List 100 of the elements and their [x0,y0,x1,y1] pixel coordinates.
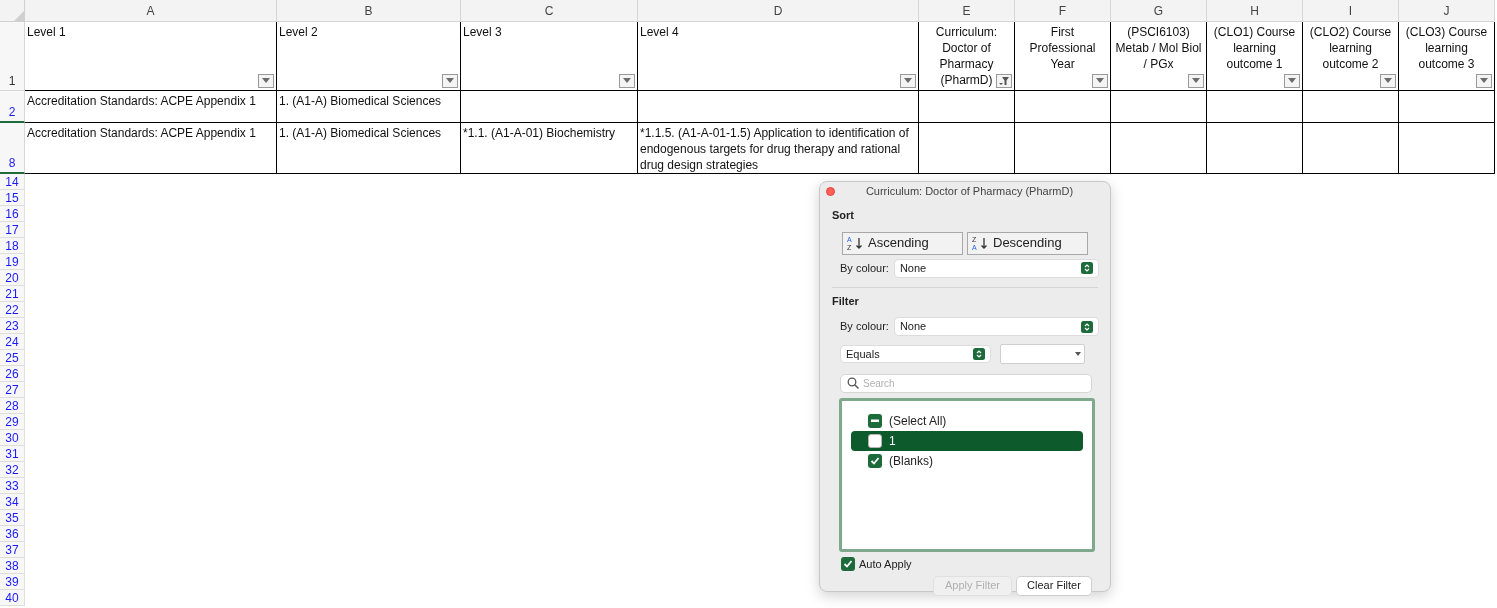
row-number[interactable]: 36 [0,526,25,542]
table-header-cell: (CLO2) Course learning outcome 2 [1309,25,1392,71]
row-number[interactable]: 18 [0,238,25,254]
row-number[interactable]: 33 [0,478,25,494]
clear-filter-button[interactable]: Clear Filter [1017,576,1091,595]
row-number[interactable]: 21 [0,286,25,302]
row-number[interactable]: 25 [0,350,25,366]
row-number[interactable]: 32 [0,462,25,478]
table-header-cell: (CLO1) Course learning outcome 1 [1213,25,1296,71]
table-cell: *1.1.5. (A1-A-01-1.5) Application to identification of endogenous targets for drug therapy and rational drug design strategies [638,123,919,174]
filter-value-item[interactable]: 1 [851,431,1083,451]
checkmark-icon [870,456,880,466]
row-number[interactable]: 22 [0,302,25,318]
filter-dropdown-button[interactable] [1092,74,1108,88]
row-number[interactable]: 1 [0,22,25,91]
column-header[interactable]: F [1015,0,1111,22]
caret-icon [1288,78,1296,84]
checkbox[interactable] [868,454,882,468]
column-header[interactable]: G [1111,0,1207,22]
column-header[interactable]: B [277,0,461,22]
row-number[interactable]: 28 [0,398,25,414]
table-header-cell: Level 1 [27,25,66,39]
filter-dropdown-button[interactable] [1188,74,1204,88]
filter-dropdown-button[interactable] [619,74,635,88]
checkbox[interactable] [868,414,882,428]
table-cell: 1. (A1-A) Biomedical Sciences [277,123,461,174]
table-cell: Accreditation Standards: ACPE Appendix 1 [25,123,277,174]
row-number[interactable]: 30 [0,430,25,446]
column-header[interactable]: J [1399,0,1495,22]
row-number[interactable]: 27 [0,382,25,398]
caret-icon [1075,352,1081,356]
row-number[interactable]: 16 [0,206,25,222]
dash-icon [870,419,880,423]
row-number[interactable]: 39 [0,574,25,590]
filter-dropdown-button[interactable] [900,74,916,88]
row-number[interactable]: 8 [0,123,25,174]
stepper-icon [1081,262,1093,274]
table-cell: *1.1. (A1-A-01) Biochemistry [461,123,638,174]
caret-icon [623,78,631,84]
table-cell: 1. (A1-A) Biomedical Sciences [277,91,461,123]
colour-select[interactable]: None [894,318,1098,335]
table-header-cell: Level 2 [279,25,318,39]
column-header[interactable]: I [1303,0,1399,22]
table-header-cell: First Professional Year [1029,25,1096,71]
row-number[interactable]: 40 [0,590,25,606]
row-number[interactable]: 31 [0,446,25,462]
row-number[interactable]: 14 [0,174,25,190]
caret-icon [1192,78,1200,84]
filter-dropdown-button[interactable] [1380,74,1396,88]
filter-dropdown-button[interactable] [1476,74,1492,88]
filter-dropdown-button[interactable] [996,74,1012,88]
row-number[interactable]: 17 [0,222,25,238]
caret-icon [1096,78,1104,84]
filter-icon [998,76,1010,86]
stepper-icon [973,348,985,360]
row-number[interactable]: 37 [0,542,25,558]
field-label: By colour: [840,319,889,335]
column-header[interactable]: H [1207,0,1303,22]
filter-value-item[interactable]: (Blanks) [851,451,1083,471]
close-button[interactable] [826,187,835,196]
row-number[interactable]: 26 [0,366,25,382]
checkbox[interactable] [868,434,882,448]
table-header-cell: Curriculum: Doctor of Pharmacy (PharmD) [935,25,998,87]
filter-dropdown-button[interactable] [258,74,274,88]
row-number[interactable]: 34 [0,494,25,510]
column-header[interactable]: E [919,0,1015,22]
row-number[interactable]: 2 [0,91,25,123]
column-header[interactable]: A [25,0,277,22]
search-field[interactable]: Search [841,375,1091,392]
table-header-cell: Level 3 [463,25,502,39]
table-header-cell: Level 4 [640,25,679,39]
search-icon [847,376,859,389]
row-number[interactable]: 19 [0,254,25,270]
condition-select[interactable]: Equals [841,346,990,362]
row-number[interactable]: 23 [0,318,25,334]
field-label: By colour: [840,260,889,276]
row-number[interactable]: 20 [0,270,25,286]
caret-icon [446,78,454,84]
caret-icon [262,78,270,84]
checkmark-icon [843,559,853,570]
row-number[interactable]: 29 [0,414,25,430]
row-number[interactable]: 24 [0,334,25,350]
column-header[interactable]: C [461,0,638,22]
row-number[interactable]: 15 [0,190,25,206]
checkbox[interactable] [841,557,855,572]
row-number[interactable]: 35 [0,510,25,526]
filter-value-item[interactable]: (Select All) [851,411,1083,431]
filter-dropdown-button[interactable] [1284,74,1300,88]
table-header-cell: (CLO3) Course learning outcome 3 [1405,25,1488,71]
row-number[interactable]: 38 [0,558,25,574]
caret-icon [904,78,912,84]
caret-icon [1384,78,1392,84]
popup-title: Curriculum: Doctor of Pharmacy (PharmD) [864,184,1075,200]
section-heading: Sort [832,208,854,223]
triangle-icon [14,11,24,21]
filter-dropdown-button[interactable] [442,74,458,88]
colour-select[interactable]: None [894,259,1098,277]
section-heading: Filter [832,293,859,309]
column-header[interactable]: D [638,0,919,22]
table-header-cell: (PSCI6103) Metab / Mol Biol / PGx [1115,25,1202,71]
